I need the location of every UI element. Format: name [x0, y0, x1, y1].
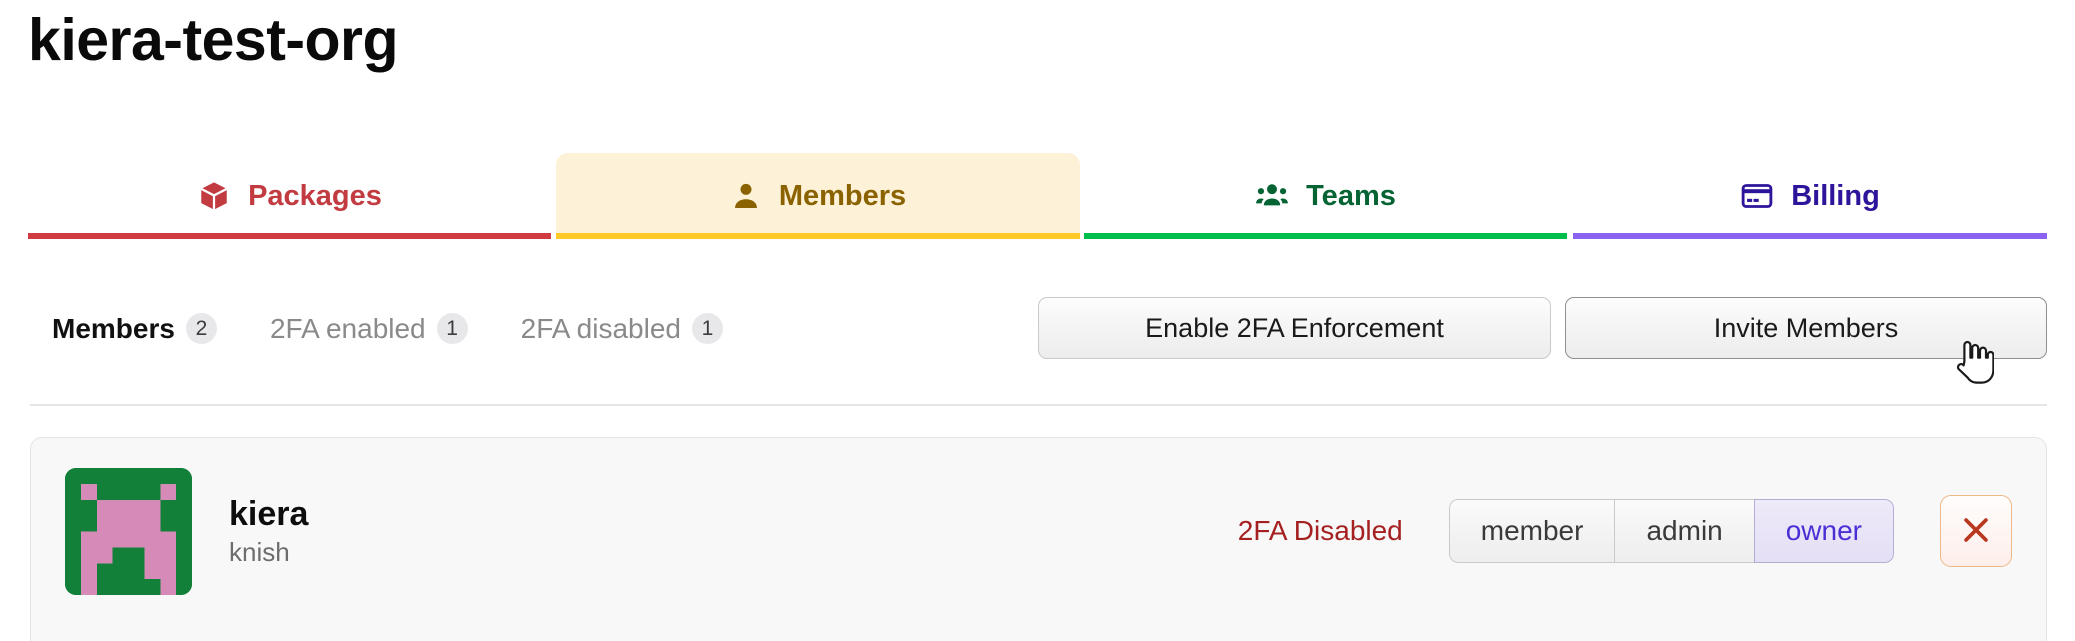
- page-title: kiera-test-org: [28, 7, 399, 73]
- stat-filter-members-count: 2: [185, 313, 217, 344]
- invite-members-button[interactable]: Invite Members: [1565, 297, 2047, 359]
- tab-packages[interactable]: Packages: [28, 153, 551, 239]
- status-badge: 2FA Disabled: [1237, 515, 1403, 546]
- tab-bar: Packages Members Teams Billing: [28, 153, 2047, 245]
- stat-filter-2fa-disabled[interactable]: 2FA disabled 1: [521, 313, 723, 344]
- tab-billing-label: Billing: [1791, 179, 1880, 212]
- page-actions: Enable 2FA Enforcement Invite Members: [1038, 297, 2047, 359]
- tab-underline-members: [556, 233, 1080, 239]
- member-username: kiera: [229, 494, 309, 533]
- tab-underline-billing: [1573, 233, 2047, 239]
- remove-member-button[interactable]: [1940, 495, 2012, 567]
- member-identity: kiera knish: [229, 495, 308, 568]
- avatar: [65, 467, 192, 595]
- stat-filter-2fa-enabled[interactable]: 2FA enabled 1: [270, 313, 468, 344]
- stat-filter-2fa-enabled-count: 1: [436, 313, 468, 344]
- stat-filter-2fa-disabled-count: 1: [691, 313, 723, 344]
- member-filter-stats: Members 2 2FA enabled 1 2FA disabled 1: [52, 313, 723, 344]
- close-icon: [1959, 513, 1993, 550]
- package-box-icon: [197, 179, 231, 213]
- role-option-member[interactable]: member: [1448, 499, 1615, 563]
- role-option-admin[interactable]: admin: [1614, 499, 1754, 563]
- stat-filter-members-label: Members: [52, 312, 175, 344]
- person-icon: [730, 180, 762, 212]
- role-selector: member admin owner: [1448, 499, 1894, 563]
- people-group-icon: [1255, 179, 1289, 213]
- stat-filter-2fa-disabled-label: 2FA disabled: [520, 312, 681, 344]
- organization-members-page: kiera-test-org Packages Members Teams Bi…: [0, 0, 2075, 641]
- section-divider: [30, 404, 2047, 406]
- enable-2fa-enforcement-button[interactable]: Enable 2FA Enforcement: [1038, 297, 1551, 359]
- stat-filter-members[interactable]: Members 2: [52, 313, 217, 344]
- member-list-item-card: kiera knish 2FA Disabled member admin ow…: [30, 437, 2047, 641]
- tab-members[interactable]: Members: [556, 153, 1080, 239]
- tab-teams-label: Teams: [1306, 179, 1396, 212]
- table-row: kiera knish 2FA Disabled member admin ow…: [31, 438, 2046, 624]
- tab-members-label: Members: [778, 179, 907, 212]
- member-controls: 2FA Disabled member admin owner: [1238, 495, 2012, 567]
- stat-filter-2fa-enabled-label: 2FA enabled: [269, 312, 426, 344]
- member-handle: knish: [229, 536, 290, 567]
- credit-card-icon: [1740, 179, 1774, 213]
- tab-teams[interactable]: Teams: [1084, 153, 1567, 239]
- tab-underline-teams: [1084, 233, 1567, 239]
- tab-underline-packages: [28, 233, 551, 239]
- tab-billing[interactable]: Billing: [1573, 153, 2047, 239]
- role-option-owner[interactable]: owner: [1753, 499, 1894, 563]
- tab-packages-label: Packages: [248, 179, 382, 212]
